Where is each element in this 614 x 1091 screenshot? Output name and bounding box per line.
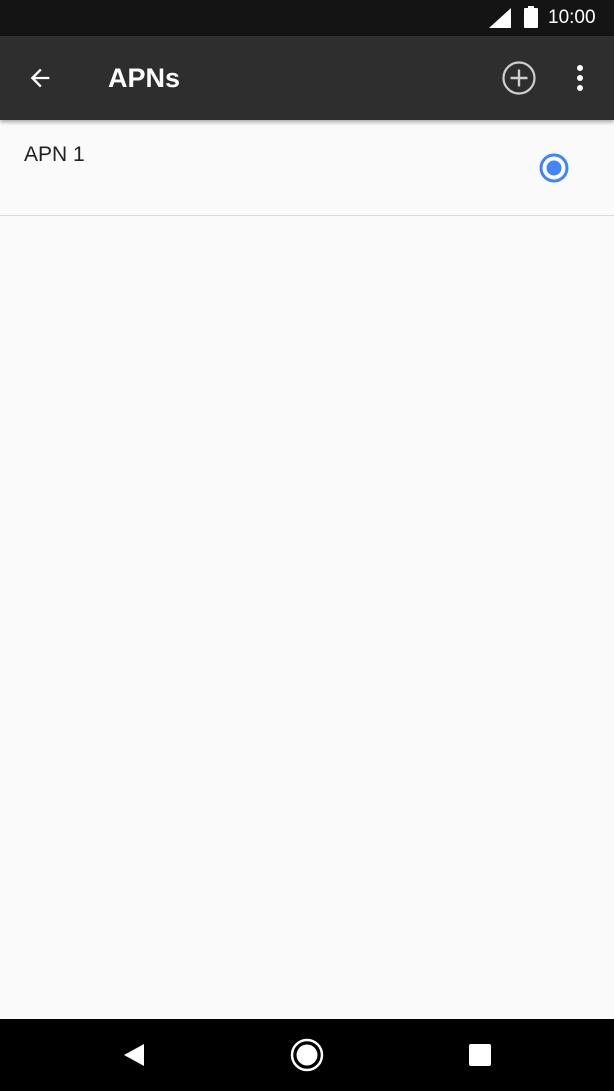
nav-back-button[interactable]: [112, 1033, 156, 1077]
add-apn-button[interactable]: [497, 56, 541, 100]
app-bar: APNs: [0, 36, 614, 120]
page-title: APNs: [108, 63, 181, 93]
apn-name: APN 1: [24, 143, 85, 166]
back-button[interactable]: [20, 58, 60, 98]
status-bar: 10:00: [0, 0, 614, 36]
battery-icon: [524, 6, 538, 28]
more-vert-icon: [577, 65, 583, 91]
cell-signal-icon: [489, 8, 511, 28]
nav-home-button[interactable]: [285, 1033, 329, 1077]
status-clock: 10:00: [548, 7, 596, 28]
back-triangle-icon: [124, 1044, 144, 1066]
radio-selected-icon[interactable]: [538, 152, 570, 184]
apn-list: APN 1: [0, 120, 614, 216]
add-circle-icon: [502, 61, 536, 95]
home-circle-icon: [290, 1038, 324, 1072]
navigation-bar: [0, 1019, 614, 1091]
apn-list-item[interactable]: APN 1: [0, 120, 614, 216]
nav-recents-button[interactable]: [458, 1033, 502, 1077]
back-arrow-icon: [30, 68, 50, 88]
recents-square-icon: [469, 1044, 491, 1066]
more-options-button[interactable]: [562, 56, 598, 100]
